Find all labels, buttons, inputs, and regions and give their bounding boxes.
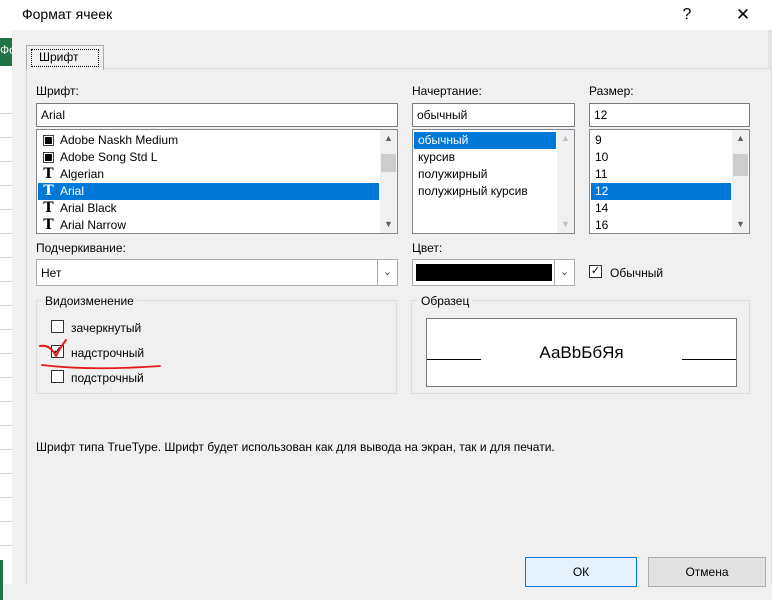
truetype-font-icon: T — [43, 166, 54, 182]
ok-button[interactable]: ОК — [525, 557, 637, 587]
color-swatch — [416, 264, 552, 281]
font-list-item-label: Adobe Song Std L — [60, 150, 158, 164]
font-list-item[interactable]: ▣ Adobe Song Std L — [38, 149, 379, 166]
font-list-item-label: Arial Narrow — [60, 218, 127, 232]
chevron-down-icon[interactable]: ⌄ — [554, 260, 574, 285]
printer-font-icon: ▣ — [41, 149, 56, 165]
size-list-item-label: 16 — [595, 218, 609, 232]
font-list-item-label: Algerian — [60, 167, 105, 181]
style-list-item-label: обычный — [418, 133, 469, 147]
printer-font-icon: ▣ — [41, 132, 56, 148]
style-list-item[interactable]: полужирный курсив — [414, 183, 556, 200]
scroll-up-icon[interactable]: ▲ — [380, 130, 397, 147]
font-list-item-label: Arial Black — [60, 201, 117, 215]
style-list-scrollbar[interactable]: ▲ ▼ — [557, 130, 574, 233]
effects-group-label: Видоизменение — [42, 294, 137, 308]
size-list-item-label: 14 — [595, 201, 609, 215]
truetype-font-icon: T — [43, 183, 54, 199]
size-list-item-label: 12 — [595, 184, 609, 198]
cancel-button[interactable]: Отмена — [648, 557, 766, 587]
scroll-down-icon[interactable]: ▼ — [557, 216, 574, 233]
style-list-item-label: курсив — [418, 150, 456, 164]
normal-font-label: Обычный — [610, 266, 664, 280]
size-list-item[interactable]: 14 — [591, 200, 731, 217]
size-list-item[interactable]: 11 — [591, 166, 731, 183]
preview-group-label: Образец — [418, 294, 473, 308]
preview-box: АаВbБбЯя — [426, 318, 737, 387]
sheet-tab-edge — [0, 560, 3, 600]
truetype-font-icon: T — [43, 217, 54, 233]
font-list-item[interactable]: T Arial — [38, 183, 379, 200]
size-list-item-label: 10 — [595, 150, 609, 164]
help-button[interactable]: ? — [676, 3, 698, 27]
tab-font-label: Шрифт — [39, 50, 79, 64]
size-list-item-label: 9 — [595, 133, 602, 147]
size-input[interactable]: 12 — [589, 103, 750, 127]
size-list-item[interactable]: 16 — [591, 217, 731, 233]
scroll-down-icon[interactable]: ▼ — [380, 216, 397, 233]
spreadsheet-gridlines — [0, 90, 12, 560]
title-bar — [0, 0, 772, 30]
strikethrough-label: зачеркнутый — [71, 321, 142, 335]
color-label: Цвет: — [412, 241, 443, 255]
style-input[interactable]: обычный — [412, 103, 575, 127]
font-list-item[interactable]: T Algerian — [38, 166, 379, 183]
size-list-item[interactable]: 9 — [591, 132, 731, 149]
style-list[interactable]: обычный курсив полужирный полужирный курсив… — [412, 129, 575, 234]
font-list-item[interactable]: T Arial Narrow — [38, 217, 379, 233]
style-list-item[interactable]: полужирный — [414, 166, 556, 183]
underline-value: Нет — [41, 266, 62, 280]
font-list-item[interactable]: T Arial Black — [38, 200, 379, 217]
scroll-thumb[interactable] — [733, 154, 748, 176]
font-list-item-label: Arial — [60, 184, 85, 198]
close-button[interactable]: ✕ — [732, 3, 754, 27]
style-list-item-label: полужирный — [418, 167, 488, 181]
chevron-down-icon[interactable]: ⌄ — [377, 260, 397, 285]
preview-text: АаВbБбЯя — [539, 343, 624, 362]
font-input[interactable]: Arial — [36, 103, 398, 127]
style-list-item[interactable]: обычный — [414, 132, 556, 149]
scroll-thumb[interactable] — [381, 154, 396, 172]
dialog-title: Формат ячеек — [22, 6, 113, 22]
size-list-item[interactable]: 10 — [591, 149, 731, 166]
strikethrough-checkbox[interactable] — [51, 320, 64, 333]
style-list-item-label: полужирный курсив — [418, 184, 528, 198]
tab-font[interactable]: Шрифт — [26, 45, 104, 70]
size-label: Размер: — [589, 84, 634, 98]
background-spreadsheet-edge: Фо — [0, 30, 12, 600]
size-list[interactable]: 9 10 11 12 14 16 ▲ ▼ — [589, 129, 750, 234]
scroll-up-icon[interactable]: ▲ — [557, 130, 574, 147]
font-list[interactable]: ▣ Adobe Naskh Medium ▣ Adobe Song Std L T Alg… — [36, 129, 398, 234]
size-list-item-label: 11 — [595, 167, 608, 181]
font-label: Шрифт: — [36, 84, 79, 98]
font-list-scrollbar[interactable]: ▲ ▼ — [380, 130, 397, 233]
underline-select[interactable]: Нет ⌄ — [36, 259, 398, 286]
truetype-font-icon: T — [43, 200, 54, 216]
style-list-item[interactable]: курсив — [414, 149, 556, 166]
font-list-item[interactable]: ▣ Adobe Naskh Medium — [38, 132, 379, 149]
excel-tab-fragment: Фо — [0, 43, 12, 57]
size-list-item[interactable]: 12 — [591, 183, 731, 200]
scroll-down-icon[interactable]: ▼ — [732, 216, 749, 233]
scroll-up-icon[interactable]: ▲ — [732, 130, 749, 147]
style-label: Начертание: — [412, 84, 482, 98]
red-annotation-mark — [39, 339, 161, 370]
color-select[interactable]: ⌄ — [412, 259, 575, 286]
font-list-item-label: Adobe Naskh Medium — [60, 133, 179, 147]
size-list-scrollbar[interactable]: ▲ ▼ — [732, 130, 749, 233]
font-info-text: Шрифт типа TrueType. Шрифт будет использ… — [36, 440, 555, 454]
normal-font-checkbox[interactable]: ✓ — [589, 265, 602, 278]
underline-label: Подчеркивание: — [36, 241, 126, 255]
